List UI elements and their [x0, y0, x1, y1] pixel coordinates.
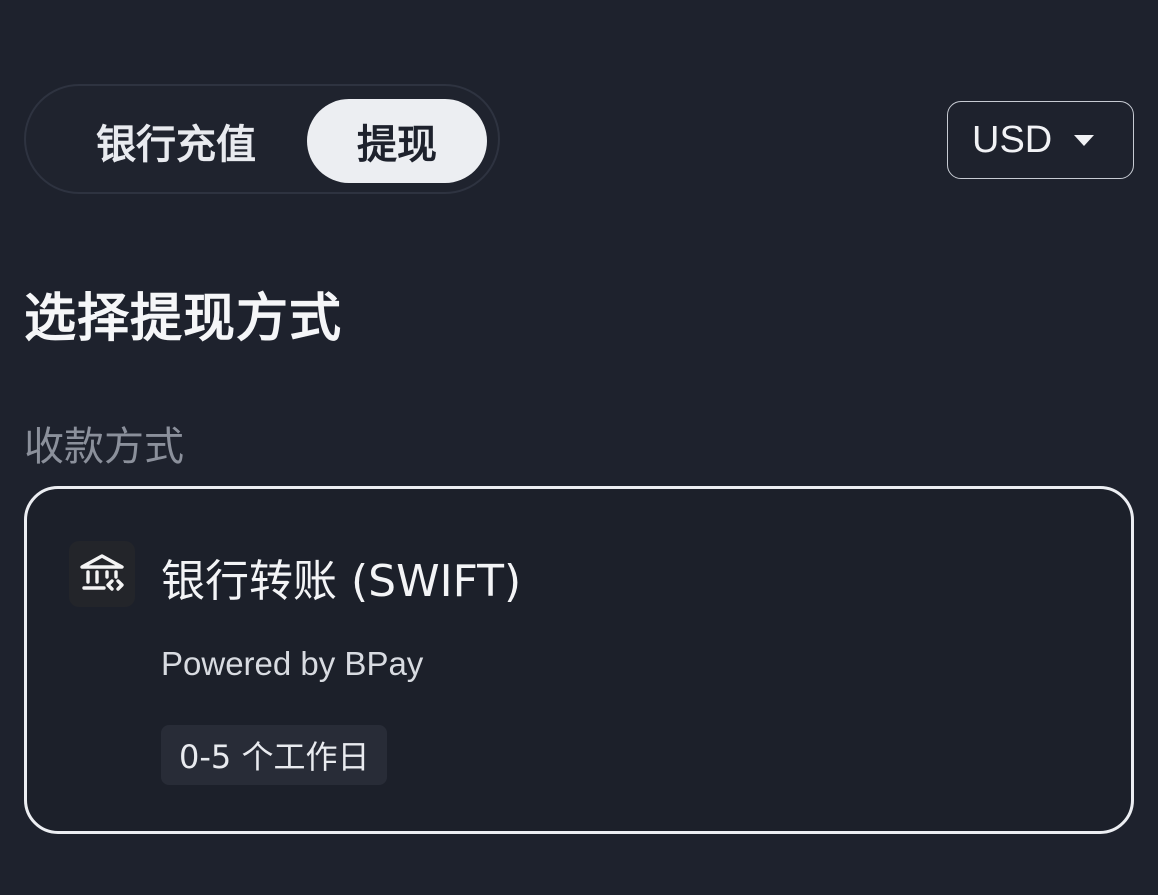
- bank-icon: [69, 541, 135, 607]
- withdraw-page: 银行充值 提现 USD 选择提现方式 收款方式 银行转账 (SWIFT) Pow…: [0, 0, 1158, 895]
- tab-withdraw[interactable]: 提现: [307, 99, 487, 183]
- method-provider: Powered by BPay: [161, 645, 424, 682]
- processing-time-badge: 0-5 个工作日: [161, 725, 388, 785]
- section-label: 收款方式: [24, 424, 184, 470]
- currency-value: USD: [972, 118, 1053, 161]
- currency-dropdown[interactable]: USD: [947, 101, 1134, 179]
- tab-bank-deposit[interactable]: 银行充值: [66, 99, 286, 183]
- method-title: 银行转账 (SWIFT): [161, 556, 522, 607]
- caret-down-icon: [1074, 134, 1095, 146]
- page-title: 选择提现方式: [24, 289, 343, 349]
- withdraw-method-card[interactable]: 银行转账 (SWIFT) Powered by BPay 0-5 个工作日: [24, 486, 1134, 834]
- deposit-withdraw-toggle: 银行充值 提现: [24, 84, 500, 194]
